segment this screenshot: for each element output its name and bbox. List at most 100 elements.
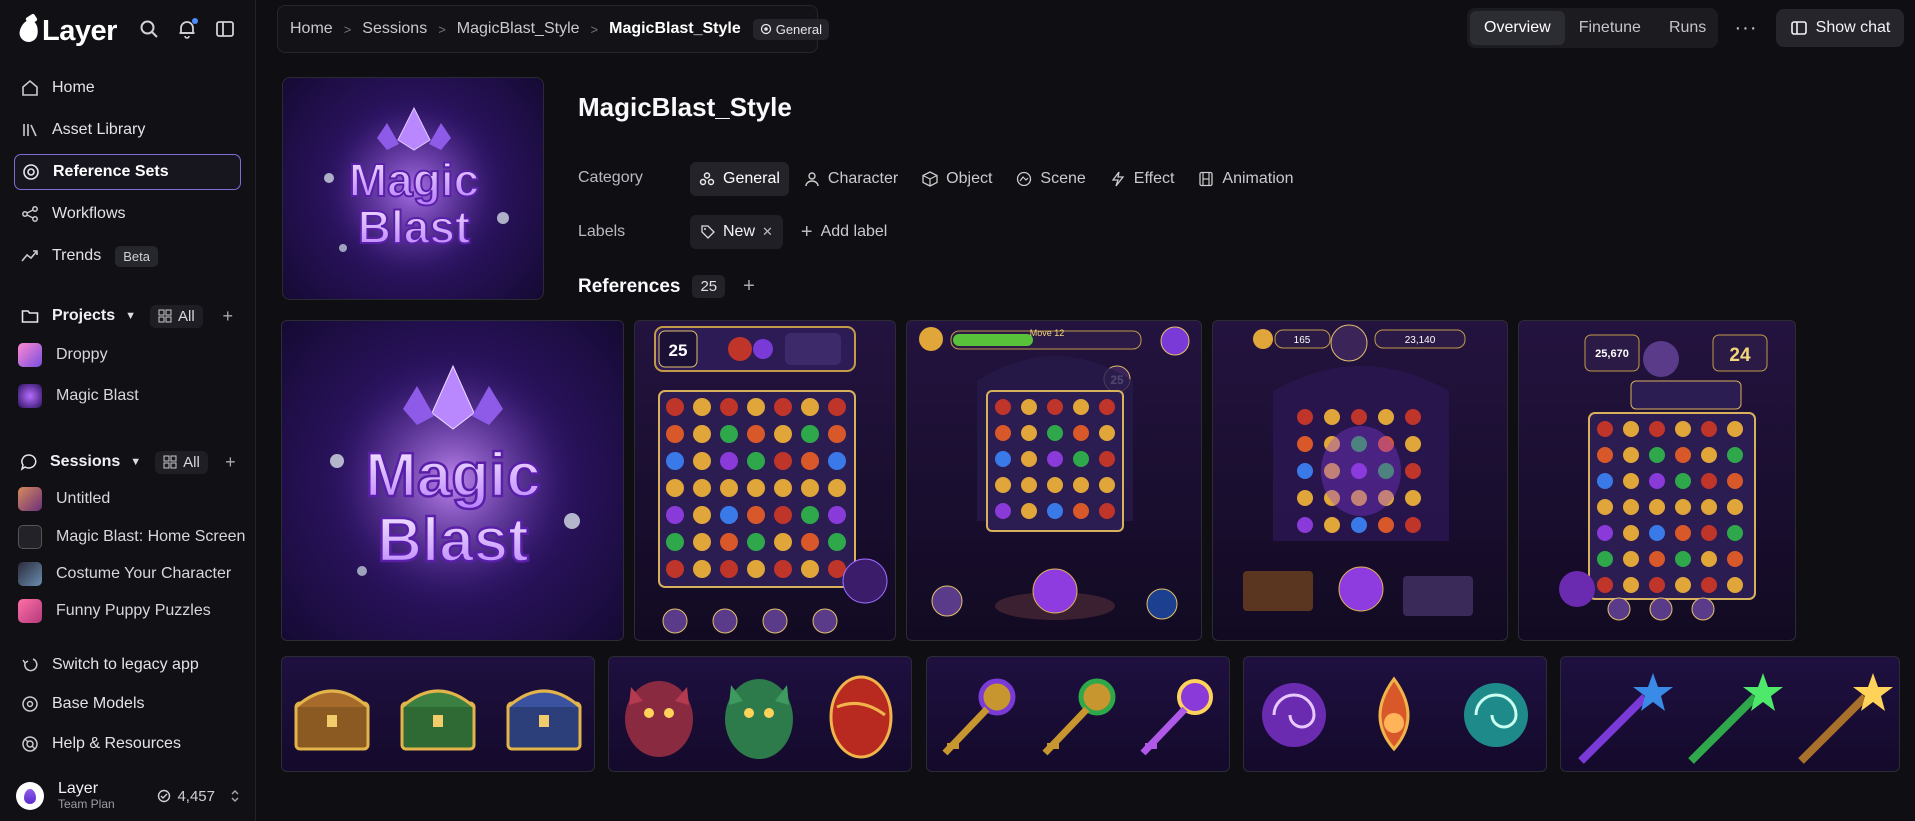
- reference-tile-dragons[interactable]: [608, 656, 912, 772]
- add-label-text: Add label: [820, 223, 888, 240]
- sessions-all-button[interactable]: All: [155, 450, 208, 474]
- gem: [1021, 477, 1037, 493]
- remove-label-icon[interactable]: ✕: [762, 224, 773, 240]
- gem: [801, 560, 819, 578]
- category-character[interactable]: Character: [795, 162, 907, 196]
- projects-all-button[interactable]: All: [150, 304, 203, 328]
- category-options: General Character Object Scene Effect An…: [690, 162, 1303, 196]
- switch-legacy-link[interactable]: Switch to legacy app: [14, 647, 241, 683]
- chevron-updown-icon[interactable]: [229, 789, 241, 803]
- chevron-down-icon[interactable]: ▼: [125, 310, 136, 322]
- chest-icon: [506, 689, 582, 751]
- tab-runs[interactable]: Runs: [1655, 11, 1720, 45]
- sidebar-item-trends[interactable]: Trends Beta: [14, 238, 241, 274]
- tab-overview[interactable]: Overview: [1470, 11, 1565, 45]
- sidebar-item-reference-sets[interactable]: Reference Sets: [14, 154, 241, 190]
- project-item-magic-blast[interactable]: Magic Blast: [14, 380, 254, 412]
- credits-display[interactable]: 4,457: [157, 788, 241, 805]
- gem: [1021, 503, 1037, 519]
- gem: [747, 398, 765, 416]
- projects-title[interactable]: Projects: [52, 307, 115, 325]
- sidebar-item-asset-library[interactable]: Asset Library: [14, 112, 241, 148]
- bell-icon[interactable]: [174, 16, 200, 42]
- help-icon: [20, 734, 40, 754]
- gem: [693, 533, 711, 551]
- gem: [693, 398, 711, 416]
- reference-tile-game-screen-3[interactable]: 165 23,140: [1212, 320, 1508, 641]
- breadcrumb-home[interactable]: Home: [290, 20, 333, 38]
- gem: [1675, 551, 1691, 567]
- reference-tile-logo[interactable]: Magic Blast: [281, 320, 624, 641]
- reference-tile-game-screen-2[interactable]: Move 12 25: [906, 320, 1202, 641]
- show-chat-button[interactable]: Show chat: [1776, 9, 1904, 47]
- gem: [1701, 421, 1717, 437]
- base-models-link[interactable]: Base Models: [14, 686, 241, 722]
- sidebar-item-workflows[interactable]: Workflows: [14, 196, 241, 232]
- reference-tile-keys[interactable]: [926, 656, 1230, 772]
- chevron-down-icon[interactable]: ▼: [130, 456, 141, 468]
- tag-icon: [701, 225, 715, 239]
- gem: [1675, 577, 1691, 593]
- gem: [1727, 447, 1743, 463]
- add-session-button[interactable]: +: [220, 450, 241, 474]
- sidebar-toggle-icon[interactable]: [212, 16, 238, 42]
- breadcrumb-sessions[interactable]: Sessions: [362, 20, 427, 38]
- reference-tile-chests[interactable]: [281, 656, 595, 772]
- gem: [666, 533, 684, 551]
- gem: [1047, 425, 1063, 441]
- category-effect[interactable]: Effect: [1101, 162, 1184, 196]
- cover-image[interactable]: Magic Blast: [282, 77, 544, 300]
- grid-icon: [163, 455, 177, 469]
- show-chat-label: Show chat: [1815, 19, 1891, 36]
- reference-tile-orbs[interactable]: [1243, 656, 1547, 772]
- help-resources-link[interactable]: Help & Resources: [14, 726, 241, 762]
- gem: [693, 560, 711, 578]
- link-label: Switch to legacy app: [52, 656, 199, 673]
- session-item[interactable]: Costume Your Character: [14, 558, 254, 590]
- category-animation[interactable]: Animation: [1189, 162, 1302, 196]
- gem: [774, 452, 792, 470]
- tab-finetune[interactable]: Finetune: [1565, 11, 1655, 45]
- session-item[interactable]: Magic Blast: Home Screen: [14, 521, 254, 553]
- label-chip-new[interactable]: New ✕: [690, 215, 783, 249]
- search-icon[interactable]: [136, 16, 162, 42]
- reference-tile-wands[interactable]: [1560, 656, 1900, 772]
- tag-label: General: [775, 21, 822, 37]
- general-icon: [760, 23, 771, 35]
- folder-icon: [20, 306, 40, 326]
- add-label-button[interactable]: + Add label: [801, 221, 887, 244]
- brand-logo[interactable]: Layer: [17, 14, 117, 48]
- gem: [747, 533, 765, 551]
- category-general[interactable]: General: [690, 162, 789, 196]
- account-footer[interactable]: Layer Team Plan 4,457: [16, 776, 241, 816]
- gem: [828, 506, 846, 524]
- category-object[interactable]: Object: [913, 162, 1001, 196]
- gem: [1047, 451, 1063, 467]
- reference-tile-game-screen-1[interactable]: 25: [634, 320, 896, 641]
- link-label: Base Models: [52, 695, 145, 712]
- sidebar-item-home[interactable]: Home: [14, 70, 241, 106]
- session-thumbnail: [18, 487, 42, 511]
- more-options-icon[interactable]: ···: [1730, 12, 1762, 44]
- breadcrumb-parent[interactable]: MagicBlast_Style: [457, 20, 580, 38]
- session-thumbnail: [18, 599, 42, 623]
- session-item[interactable]: Funny Puppy Puzzles: [14, 595, 254, 627]
- credits-value: 4,457: [177, 787, 215, 805]
- category-label: Category: [578, 169, 643, 186]
- gem: [1021, 425, 1037, 441]
- reference-tile-game-screen-4[interactable]: 25,670 24: [1518, 320, 1796, 641]
- session-item[interactable]: Untitled: [14, 483, 254, 515]
- project-item-droppy[interactable]: Droppy: [14, 339, 254, 371]
- gem: [1021, 451, 1037, 467]
- gem: [1597, 421, 1613, 437]
- gem: [747, 506, 765, 524]
- chest-icon: [400, 689, 476, 751]
- gem: [666, 506, 684, 524]
- add-project-button[interactable]: +: [215, 304, 241, 328]
- add-reference-button[interactable]: +: [743, 275, 755, 298]
- sessions-title[interactable]: Sessions: [50, 453, 120, 471]
- category-scene[interactable]: Scene: [1007, 162, 1094, 196]
- gem: [1073, 399, 1089, 415]
- sidebar-item-label: Home: [52, 79, 95, 96]
- gem: [1047, 477, 1063, 493]
